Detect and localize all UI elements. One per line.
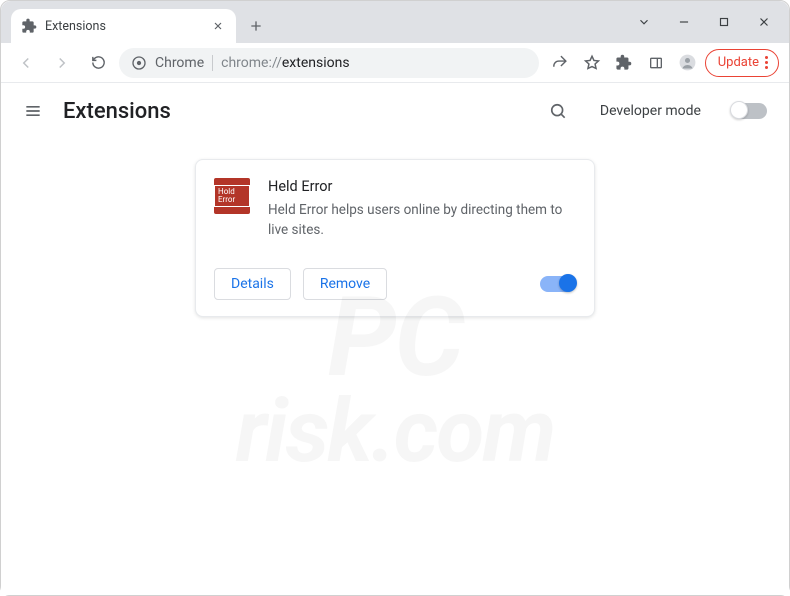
url-text: chrome://extensions [221, 55, 349, 71]
extensions-puzzle-icon[interactable] [609, 48, 639, 78]
forward-button[interactable] [47, 48, 77, 78]
share-icon[interactable] [545, 48, 575, 78]
search-icon[interactable] [548, 101, 568, 121]
address-bar[interactable]: Chrome chrome://extensions [119, 48, 539, 78]
reload-button[interactable] [83, 48, 113, 78]
titlebar: Extensions [1, 1, 789, 43]
new-tab-button[interactable] [242, 12, 270, 40]
page-title: Extensions [63, 99, 528, 124]
extension-name: Held Error [268, 178, 576, 195]
extension-card: Hold Error Held Error Held Error helps u… [195, 159, 595, 317]
extensions-header: Extensions Developer mode [1, 83, 789, 139]
site-chip-label: Chrome [155, 55, 204, 71]
remove-button[interactable]: Remove [303, 268, 387, 300]
chrome-icon [131, 55, 147, 71]
side-panel-icon[interactable] [641, 48, 671, 78]
browser-toolbar: Chrome chrome://extensions Update [1, 43, 789, 83]
extensions-list: Hold Error Held Error Held Error helps u… [1, 139, 789, 337]
puzzle-icon [21, 18, 37, 34]
browser-tab[interactable]: Extensions [11, 9, 236, 43]
extension-logo-text: Hold Error [214, 185, 250, 207]
toggle-knob [559, 274, 577, 292]
profile-avatar-icon[interactable] [673, 48, 703, 78]
developer-mode-toggle[interactable] [731, 103, 767, 119]
update-button[interactable]: Update [705, 49, 779, 77]
bookmark-star-icon[interactable] [577, 48, 607, 78]
menu-icon[interactable] [23, 101, 43, 121]
close-window-button[interactable] [745, 7, 783, 37]
kebab-menu-icon [765, 56, 768, 69]
page-content: PC risk.com Extensions Developer mode Ho… [1, 83, 789, 595]
details-button[interactable]: Details [214, 268, 291, 300]
minimize-button[interactable] [665, 7, 703, 37]
close-tab-button[interactable] [210, 18, 226, 34]
toggle-knob [730, 101, 748, 119]
window-controls [625, 1, 783, 43]
extension-description: Held Error helps users online by directi… [268, 201, 576, 240]
extension-enabled-toggle[interactable] [540, 276, 576, 292]
browser-window: Extensions [0, 0, 790, 596]
omnibox-separator [212, 55, 213, 71]
update-label: Update [718, 55, 759, 70]
back-button[interactable] [11, 48, 41, 78]
extension-logo: Hold Error [214, 178, 250, 214]
maximize-button[interactable] [705, 7, 743, 37]
tabs-dropdown-button[interactable] [625, 7, 663, 37]
tab-title: Extensions [45, 19, 202, 34]
toolbar-icons: Update [545, 48, 779, 78]
developer-mode-label: Developer mode [600, 103, 701, 119]
